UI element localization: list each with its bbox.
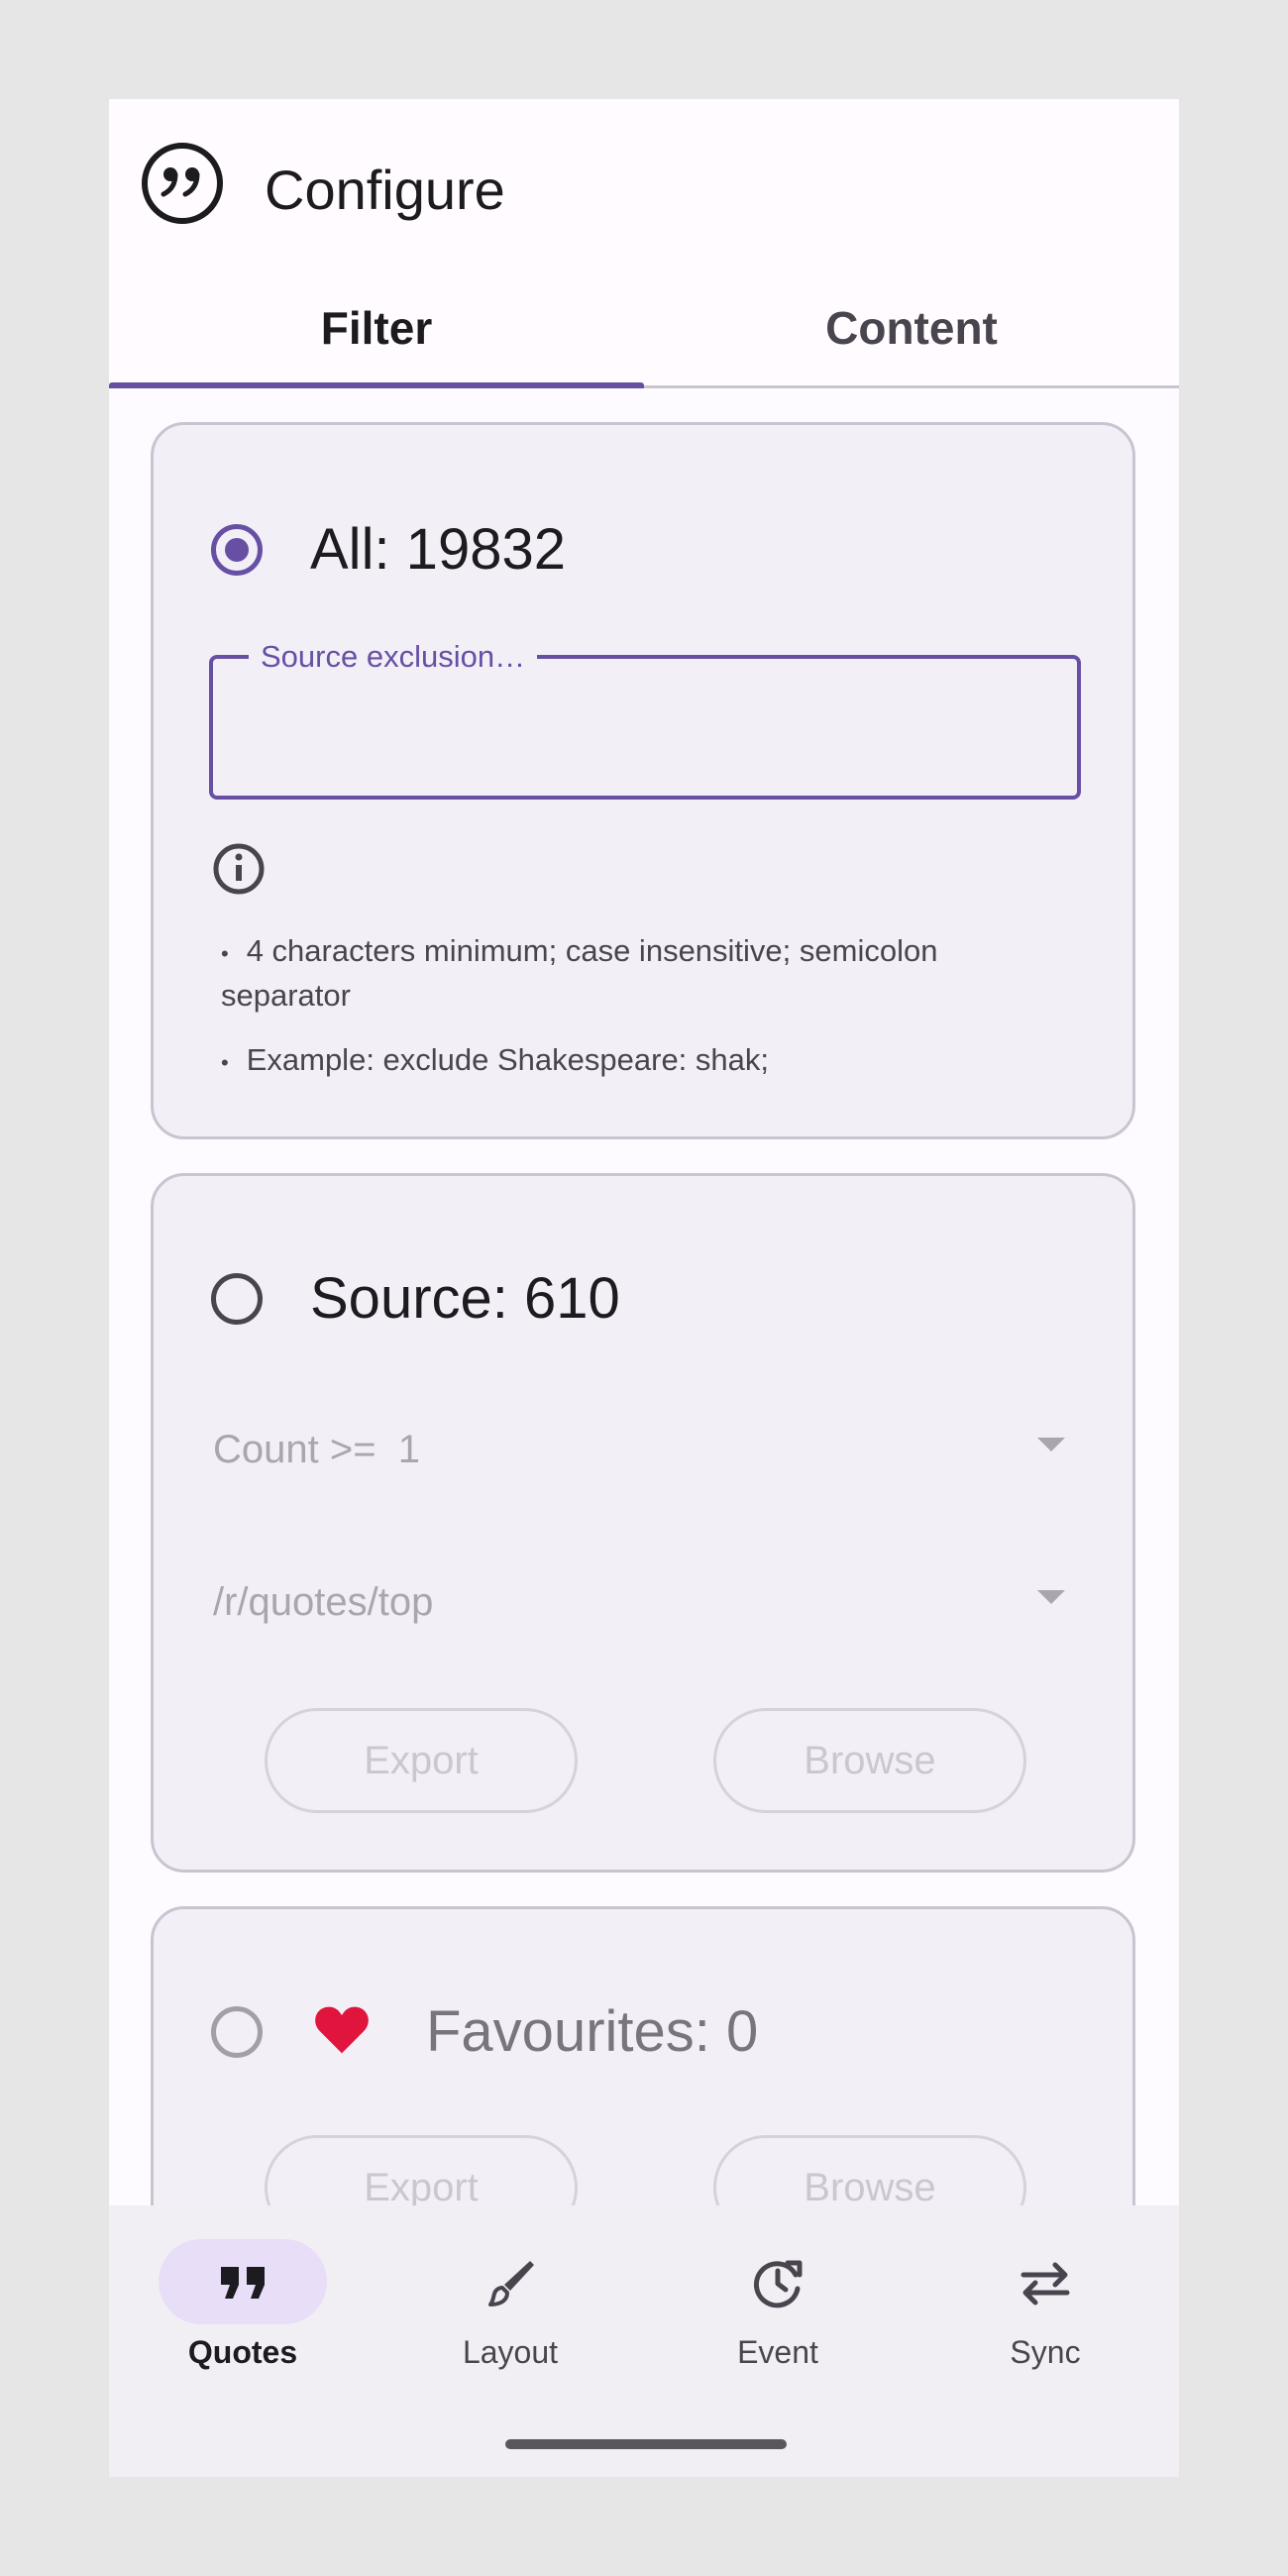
export-button[interactable]: Export — [265, 1708, 578, 1813]
page-title: Configure — [265, 159, 505, 221]
source-label: Source: 610 — [310, 1266, 620, 1331]
nav-label: Event — [737, 2334, 818, 2370]
event-history-icon — [753, 2260, 803, 2308]
home-indicator[interactable] — [505, 2439, 787, 2449]
source-dropdown[interactable]: /r/quotes/top — [213, 1562, 1065, 1642]
heart-icon — [315, 2006, 369, 2054]
tab-content[interactable]: Content — [644, 268, 1179, 388]
source-dropdown-value: /r/quotes/top — [213, 1580, 434, 1624]
source-exclusion-label: Source exclusion… — [249, 637, 538, 677]
quotes-icon — [221, 2267, 265, 2299]
hint-item: • Example: exclude Shakespeare: shak; — [221, 1042, 770, 1077]
source-card: Source: 610 Count >= 1 /r/quotes/top Exp… — [151, 1173, 1135, 1873]
chevron-down-icon — [1037, 1590, 1065, 1604]
browse-button[interactable]: Browse — [713, 1708, 1026, 1813]
all-radio[interactable] — [211, 524, 263, 576]
nav-item-event[interactable]: Event — [644, 2205, 912, 2394]
brush-icon — [488, 2261, 534, 2307]
favourites-label: Favourites: 0 — [426, 1999, 759, 2064]
all-card: All: 19832 Source exclusion… • 4 characte… — [151, 422, 1135, 1139]
source-exclusion-input[interactable]: Source exclusion… — [209, 637, 1081, 800]
count-dropdown[interactable]: Count >= 1 — [213, 1410, 1065, 1489]
tab-indicator — [109, 382, 644, 388]
nav-item-layout[interactable]: Layout — [376, 2205, 644, 2394]
quote-bubble-icon — [142, 143, 223, 224]
app-bar: Configure — [109, 99, 1179, 268]
sync-arrows-icon — [1020, 2262, 1070, 2306]
nav-label: Sync — [1010, 2334, 1081, 2370]
nav-label: Quotes — [187, 2334, 298, 2370]
chevron-down-icon — [1037, 1438, 1065, 1451]
source-radio[interactable] — [211, 1273, 263, 1325]
tab-bar: Filter Content — [109, 268, 1179, 388]
info-icon[interactable] — [211, 841, 267, 897]
tab-filter[interactable]: Filter — [109, 268, 644, 388]
favourites-radio[interactable] — [211, 2006, 263, 2058]
count-dropdown-value: Count >= 1 — [213, 1428, 421, 1471]
hint-item: • 4 characters minimum; case insensitive;… — [221, 933, 938, 1013]
nav-label: Layout — [462, 2334, 559, 2370]
phone-screen: Configure Filter Content All: 19832 Sour… — [109, 99, 1179, 2477]
bottom-navigation: Quotes Layout Event Sync — [109, 2205, 1179, 2477]
all-label: All: 19832 — [310, 517, 566, 582]
nav-item-sync[interactable]: Sync — [912, 2205, 1179, 2394]
nav-item-quotes[interactable]: Quotes — [109, 2205, 376, 2394]
